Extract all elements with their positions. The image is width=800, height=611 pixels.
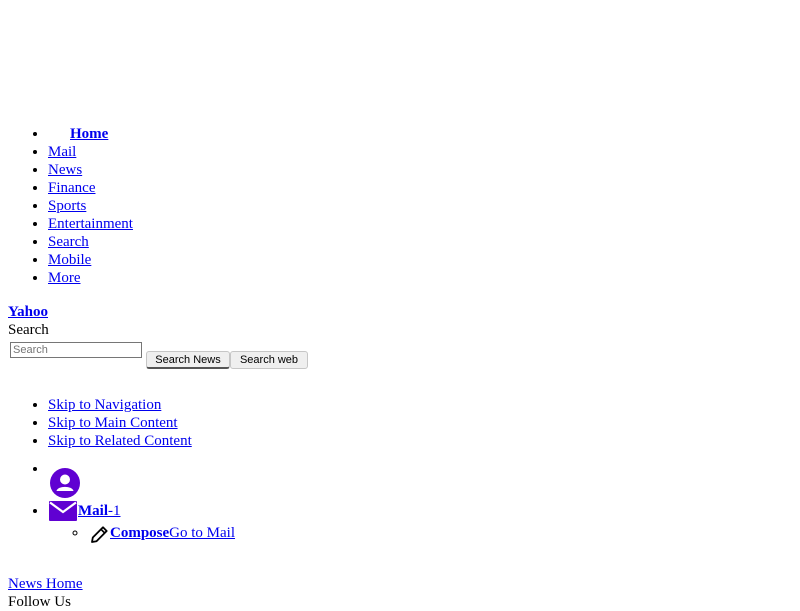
yahoo-logo-link[interactable]: Yahoo: [8, 303, 48, 321]
news-home-link[interactable]: News Home: [8, 575, 83, 593]
nav-item-mail: Mail: [48, 143, 133, 161]
nav-item-mobile: Mobile: [48, 251, 133, 269]
search-web-button[interactable]: Search web: [230, 351, 308, 369]
search-label: Search: [8, 322, 49, 338]
mail-count-badge: -1: [108, 503, 121, 519]
nav-item-finance: Finance: [48, 179, 133, 197]
mail-submenu-item: ComposeGo to Mail: [88, 524, 235, 546]
skip-item: Skip to Related Content: [48, 432, 192, 450]
nav-link-more[interactable]: More: [48, 270, 81, 286]
skip-item: Skip to Main Content: [48, 414, 192, 432]
skip-to-main-content-link[interactable]: Skip to Main Content: [48, 415, 178, 431]
nav-item-more: More: [48, 269, 133, 287]
mail-icon[interactable]: [49, 501, 77, 521]
mail-row: Mail-1: [48, 498, 235, 524]
profile-item: [48, 460, 235, 498]
nav-link-mail[interactable]: Mail: [48, 144, 76, 160]
nav-link-news[interactable]: News: [48, 162, 82, 178]
nav-link-sports[interactable]: Sports: [48, 198, 86, 214]
pencil-icon[interactable]: [88, 524, 110, 546]
nav-item-news: News: [48, 161, 133, 179]
top-navigation: Home Mail News Finance Sports Entertainm…: [48, 125, 133, 287]
nav-item-entertainment: Entertainment: [48, 215, 133, 233]
search-news-button[interactable]: Search News: [146, 351, 230, 369]
follow-us-heading: Follow Us: [8, 594, 71, 610]
skip-to-related-content-link[interactable]: Skip to Related Content: [48, 433, 192, 449]
nav-link-mobile[interactable]: Mobile: [48, 252, 91, 268]
skip-links: Skip to Navigation Skip to Main Content …: [48, 396, 192, 450]
nav-link-entertainment[interactable]: Entertainment: [48, 216, 133, 232]
nav-item-home: Home: [48, 125, 133, 143]
nav-link-search[interactable]: Search: [48, 234, 89, 250]
nav-link-finance[interactable]: Finance: [48, 180, 95, 196]
nav-item-sports: Sports: [48, 197, 133, 215]
mail-item: Mail-1 ComposeGo to Mail: [48, 498, 235, 546]
search-input[interactable]: [10, 342, 142, 358]
profile-icon[interactable]: [50, 468, 80, 498]
nav-item-search: Search: [48, 233, 133, 251]
compose-link[interactable]: Compose: [110, 525, 169, 541]
mail-submenu: ComposeGo to Mail: [88, 524, 235, 546]
skip-to-navigation-link[interactable]: Skip to Navigation: [48, 397, 161, 413]
mail-link[interactable]: Mail: [78, 503, 108, 519]
skip-item: Skip to Navigation: [48, 396, 192, 414]
nav-link-home[interactable]: Home: [48, 126, 108, 142]
user-menu: Mail-1 ComposeGo to Mail: [48, 460, 235, 546]
go-to-mail-link[interactable]: Go to Mail: [169, 525, 235, 541]
